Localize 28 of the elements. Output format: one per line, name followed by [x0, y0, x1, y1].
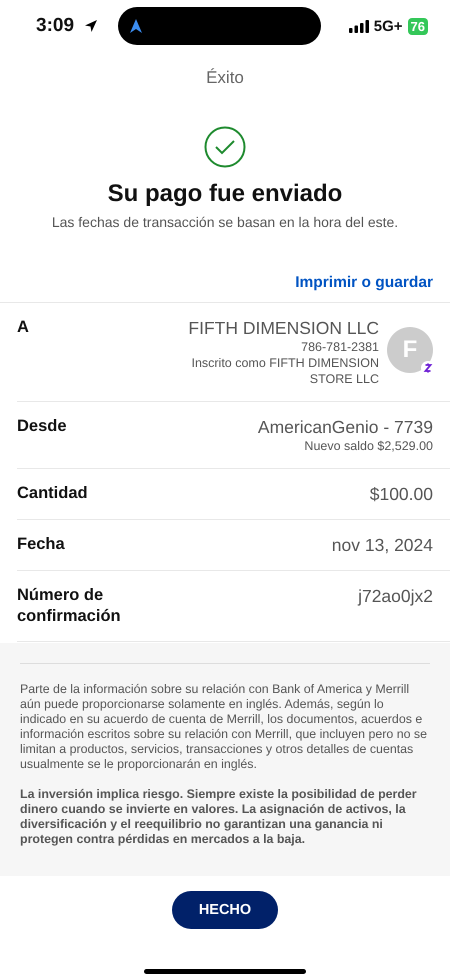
zelle-icon	[421, 361, 435, 375]
navigation-arrow-icon	[130, 19, 142, 33]
detail-label: A	[17, 317, 30, 338]
subtitle: Las fechas de transacción se basan en la hora del este.	[50, 214, 400, 230]
signal-icon	[348, 20, 369, 32]
location-icon	[84, 19, 98, 33]
detail-subtext: 786-781-2381	[301, 339, 379, 355]
success-heading: Su pago fue enviado	[106, 180, 344, 208]
detail-label: Número de confirmación	[17, 585, 122, 627]
detail-label: Desde	[17, 416, 68, 437]
detail-label: Cantidad	[17, 483, 89, 504]
detail-value: FIFTH DIMENSION LLC	[188, 317, 379, 339]
detail-value: nov 13, 2024	[332, 534, 433, 556]
done-button[interactable]: HECHO	[172, 891, 278, 929]
detail-label: Fecha	[17, 534, 66, 555]
detail-subtext: Nuevo saldo $2,529.00	[304, 438, 433, 454]
detail-value: j72ao0jx2	[358, 585, 433, 607]
disclaimer-paragraph: La inversión implica riesgo. Siempre existe la posibilidad de perder dinero cuando se invierte en valores. La asignación de activos, la diversificación y el reequilibrio no garantizan una ganancia ni protegen contra pérdidas en mercados a la baja.	[20, 787, 418, 847]
print-link[interactable]: Imprimir o guardar	[295, 274, 433, 292]
screen-title: Éxito	[205, 68, 245, 88]
disclaimer-paragraph: Parte de la información sobre su relación con Bank of America y Merrill aún puede proporcionarse solamente en inglés. Además, según lo indicado en su acuerdo de cuenta de Merrill, los documentos, acuerdos e información escritos sobre su relación con Merrill, que incluyen pero no se limitan a productos, servicios, transacciones y otros detalles de cuentas usualmente se le proporcionarán en inglés.	[20, 682, 428, 772]
status-time: 3:09	[36, 15, 74, 37]
battery-level: 76	[408, 18, 428, 34]
network-label: 5G+	[374, 18, 403, 34]
detail-value: $100.00	[370, 483, 433, 505]
check-circle-icon	[204, 126, 246, 168]
detail-subtext: Inscrito como FIFTH DIMENSION STORE LLC	[190, 355, 379, 387]
detail-value: AmericanGenio - 7739	[258, 416, 433, 438]
